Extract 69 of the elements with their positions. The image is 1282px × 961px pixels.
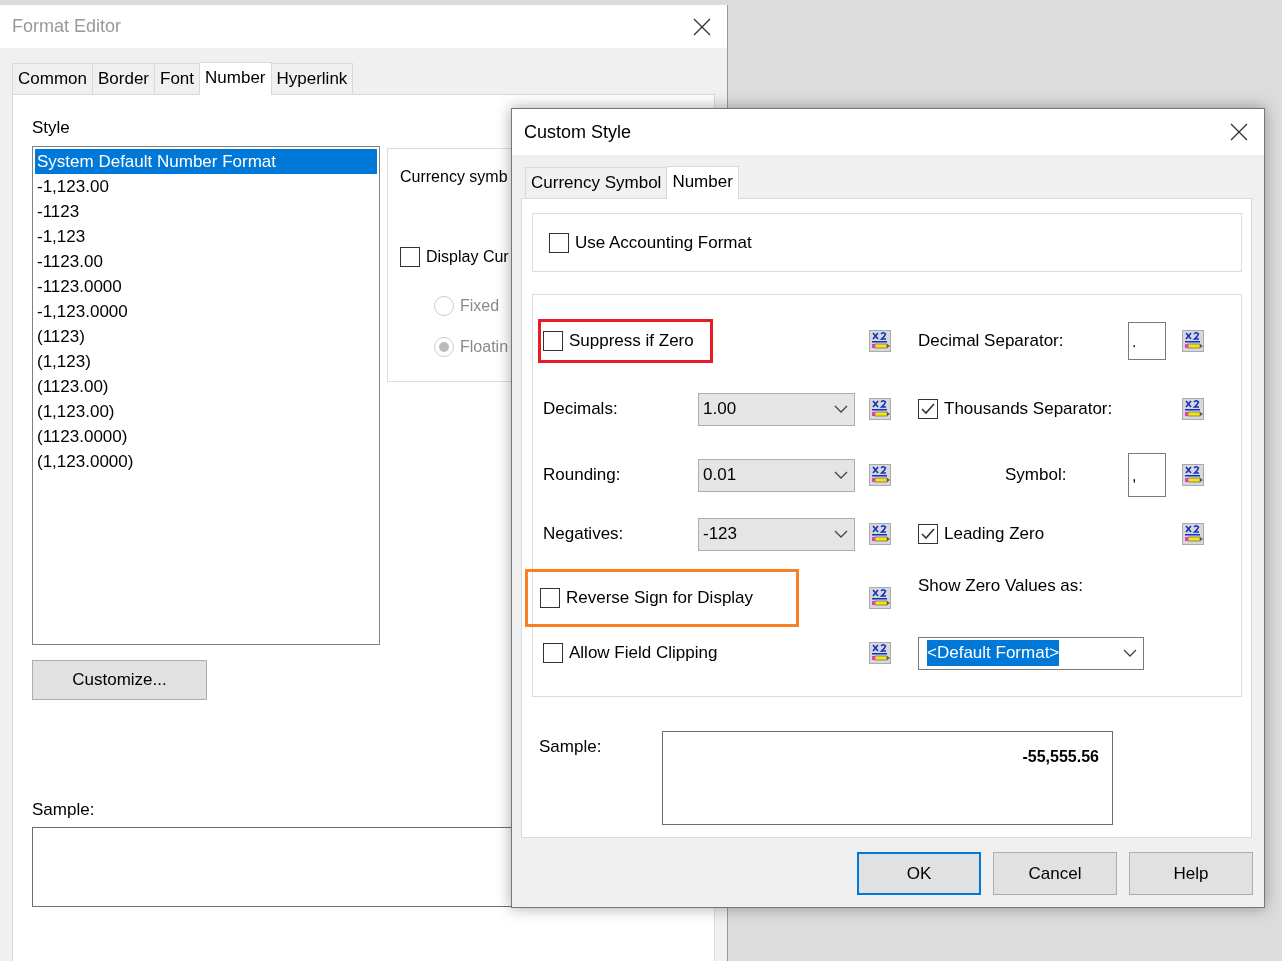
- dialog-button[interactable]: Help: [1129, 852, 1253, 895]
- dropdown[interactable]: 0.01: [698, 458, 855, 492]
- checkbox[interactable]: Reverse Sign for Display: [540, 585, 754, 611]
- list-item[interactable]: System Default Number Format: [35, 149, 377, 174]
- tab[interactable]: Currency Symbol: [525, 167, 668, 198]
- list-item[interactable]: (1,123.00): [35, 399, 377, 424]
- checkbox[interactable]: Thousands Separator:: [918, 396, 1166, 422]
- formula-icon[interactable]: [869, 587, 891, 609]
- dialog-button[interactable]: OK: [857, 852, 981, 895]
- style-label: Style: [32, 117, 70, 139]
- text-field[interactable]: ,: [1128, 453, 1166, 497]
- style-listbox[interactable]: System Default Number Format -1,123.00 -1123 -1,123 -1123.00 -1123.0000 -1,123.0000 (1123) (1,123) (1123.00) (1,123.00) (1123.0000) (1,123.0000): [32, 146, 380, 645]
- sample-label: Sample:: [32, 799, 95, 821]
- list-item[interactable]: -1123.0000: [35, 274, 377, 299]
- dropdown[interactable]: <Default Format>: [918, 636, 1144, 670]
- formula-icon[interactable]: [869, 398, 891, 420]
- checkbox[interactable]: Suppress if Zero: [543, 328, 694, 354]
- list-item[interactable]: (1,123): [35, 349, 377, 374]
- dialog-button[interactable]: Cancel: [993, 852, 1117, 895]
- formula-icon[interactable]: [869, 523, 891, 545]
- radio-button: Fixed: [434, 294, 500, 318]
- field-label: Rounding:: [543, 464, 622, 487]
- list-item[interactable]: (1123.00): [35, 374, 377, 399]
- field-label: Decimals:: [543, 398, 619, 421]
- formula-icon[interactable]: [1182, 464, 1204, 486]
- formula-icon[interactable]: [1182, 398, 1204, 420]
- list-item[interactable]: -1,123.0000: [35, 299, 377, 324]
- list-item[interactable]: -1123: [35, 199, 377, 224]
- tab[interactable]: Hyperlink: [270, 63, 354, 94]
- formula-icon[interactable]: [1182, 523, 1204, 545]
- formula-icon[interactable]: [869, 330, 891, 352]
- sample-value: -55,555.56: [662, 731, 1113, 825]
- list-item[interactable]: (1,123.0000): [35, 449, 377, 474]
- window-title: Format Editor: [12, 15, 122, 38]
- field-label: Decimal Separator:: [918, 330, 1065, 353]
- window-title: Custom Style: [524, 120, 632, 144]
- currency-label: Currency symb: [400, 167, 508, 187]
- list-item[interactable]: -1123.00: [35, 249, 377, 274]
- field-label: Show Zero Values as:: [918, 575, 1085, 597]
- checkbox[interactable]: Leading Zero: [918, 521, 1166, 547]
- text-field[interactable]: .: [1128, 322, 1166, 360]
- formula-icon[interactable]: [1182, 330, 1204, 352]
- sample-label: Sample:: [539, 736, 603, 758]
- customize-button[interactable]: Customize...: [32, 660, 207, 700]
- list-item[interactable]: (1123): [35, 324, 377, 349]
- caret-icon: [1123, 649, 1137, 657]
- dropdown[interactable]: -123: [698, 517, 855, 551]
- field-label: Negatives:: [543, 523, 625, 546]
- tab[interactable]: Number: [199, 62, 272, 95]
- radio-button: Floatin: [434, 335, 509, 359]
- checkbox[interactable]: Use Accounting Format: [549, 229, 752, 256]
- tab[interactable]: Common: [12, 63, 93, 94]
- close-icon[interactable]: [693, 17, 711, 36]
- caret-icon: [834, 405, 848, 413]
- caret-icon: [834, 471, 848, 479]
- checkbox[interactable]: Display Cur: [400, 245, 509, 269]
- formula-icon[interactable]: [869, 464, 891, 486]
- formula-icon[interactable]: [869, 642, 891, 664]
- checkmark-icon: [921, 403, 935, 415]
- caret-icon: [834, 530, 848, 538]
- list-item[interactable]: -1,123: [35, 224, 377, 249]
- field-label: Symbol:: [1004, 464, 1068, 487]
- tab[interactable]: Number: [666, 166, 739, 199]
- checkbox[interactable]: Allow Field Clipping: [543, 640, 855, 666]
- close-icon[interactable]: [1230, 123, 1248, 141]
- list-item[interactable]: (1123.0000): [35, 424, 377, 449]
- dropdown[interactable]: 1.00: [698, 392, 855, 426]
- list-item[interactable]: -1,123.00: [35, 174, 377, 199]
- checkmark-icon: [921, 528, 935, 540]
